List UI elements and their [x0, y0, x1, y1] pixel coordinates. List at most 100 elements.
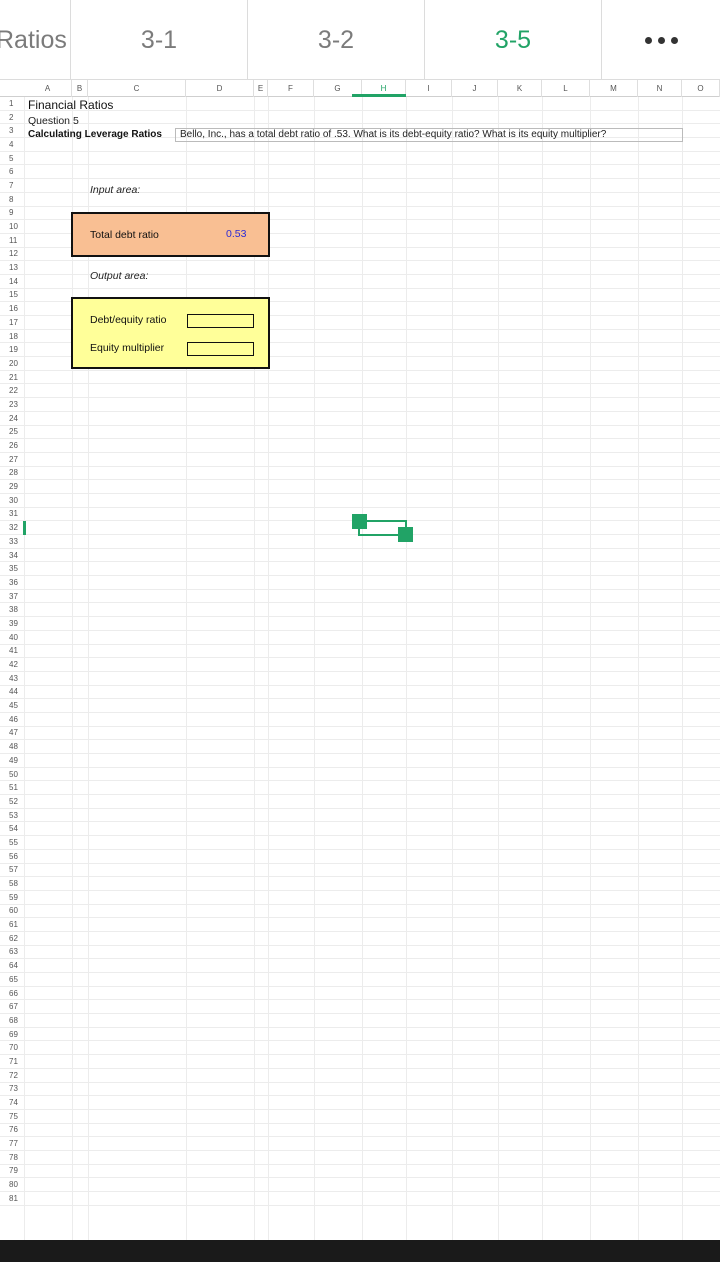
row-header-18[interactable]: 18: [0, 330, 24, 343]
row-header-23[interactable]: 23: [0, 398, 24, 411]
row-header-1[interactable]: 1: [0, 97, 24, 110]
row-header-2[interactable]: 2: [0, 111, 24, 124]
row-header-81[interactable]: 81: [0, 1192, 24, 1205]
row-header-12[interactable]: 12: [0, 248, 24, 261]
tab-3-2[interactable]: 3-2: [248, 0, 425, 80]
row-header-75[interactable]: 75: [0, 1110, 24, 1123]
row-header-24[interactable]: 24: [0, 412, 24, 425]
row-header-40[interactable]: 40: [0, 631, 24, 644]
row-header-70[interactable]: 70: [0, 1041, 24, 1054]
grid-row[interactable]: 44: [0, 686, 720, 700]
row-header-11[interactable]: 11: [0, 234, 24, 247]
row-header-7[interactable]: 7: [0, 179, 24, 192]
column-header-c[interactable]: C: [88, 80, 186, 97]
row-header-72[interactable]: 72: [0, 1069, 24, 1082]
row-header-68[interactable]: 68: [0, 1014, 24, 1027]
row-header-73[interactable]: 73: [0, 1083, 24, 1096]
grid-row[interactable]: 56: [0, 850, 720, 864]
tab-3-1[interactable]: 3-1: [71, 0, 248, 80]
column-header-i[interactable]: I: [406, 80, 452, 97]
grid-row[interactable]: 36: [0, 576, 720, 590]
row-header-49[interactable]: 49: [0, 754, 24, 767]
grid-row[interactable]: 71: [0, 1055, 720, 1069]
grid-row[interactable]: 25: [0, 426, 720, 440]
grid-row[interactable]: 57: [0, 864, 720, 878]
grid-row[interactable]: 53: [0, 809, 720, 823]
row-header-33[interactable]: 33: [0, 535, 24, 548]
row-header-71[interactable]: 71: [0, 1055, 24, 1068]
grid-row[interactable]: 40: [0, 631, 720, 645]
row-header-65[interactable]: 65: [0, 973, 24, 986]
grid-row[interactable]: 28: [0, 467, 720, 481]
row-header-66[interactable]: 66: [0, 987, 24, 1000]
column-header-k[interactable]: K: [498, 80, 542, 97]
grid-row[interactable]: 26: [0, 439, 720, 453]
row-header-51[interactable]: 51: [0, 781, 24, 794]
row-header-61[interactable]: 61: [0, 918, 24, 931]
grid-row[interactable]: 38: [0, 603, 720, 618]
row-header-8[interactable]: 8: [0, 193, 24, 206]
row-header-50[interactable]: 50: [0, 768, 24, 781]
row-header-34[interactable]: 34: [0, 549, 24, 562]
selection-start-handle[interactable]: [352, 514, 367, 529]
grid-row[interactable]: 54: [0, 822, 720, 837]
column-header-d[interactable]: D: [186, 80, 254, 97]
grid-row[interactable]: 35: [0, 562, 720, 577]
selection-end-handle[interactable]: [398, 527, 413, 542]
row-header-80[interactable]: 80: [0, 1178, 24, 1191]
row-header-54[interactable]: 54: [0, 822, 24, 835]
row-header-13[interactable]: 13: [0, 261, 24, 274]
grid-row[interactable]: 72: [0, 1069, 720, 1083]
column-header-n[interactable]: N: [638, 80, 682, 97]
grid-row[interactable]: 48: [0, 740, 720, 754]
row-header-42[interactable]: 42: [0, 658, 24, 671]
grid-row[interactable]: 62: [0, 932, 720, 946]
grid-row[interactable]: 47: [0, 727, 720, 741]
grid-row[interactable]: 64: [0, 959, 720, 973]
row-header-79[interactable]: 79: [0, 1165, 24, 1178]
row-header-48[interactable]: 48: [0, 740, 24, 753]
row-header-62[interactable]: 62: [0, 932, 24, 945]
row-header-47[interactable]: 47: [0, 727, 24, 740]
row-header-52[interactable]: 52: [0, 795, 24, 808]
row-header-20[interactable]: 20: [0, 357, 24, 370]
row-header-74[interactable]: 74: [0, 1096, 24, 1109]
grid-row[interactable]: 30: [0, 494, 720, 508]
grid-row[interactable]: 46: [0, 713, 720, 727]
grid-row[interactable]: 21: [0, 371, 720, 385]
grid-row[interactable]: 52: [0, 795, 720, 809]
grid-row[interactable]: 5: [0, 152, 720, 166]
row-header-58[interactable]: 58: [0, 877, 24, 890]
row-header-53[interactable]: 53: [0, 809, 24, 822]
grid-row[interactable]: 55: [0, 836, 720, 850]
grid-row[interactable]: 79: [0, 1165, 720, 1179]
row-header-4[interactable]: 4: [0, 138, 24, 151]
row-header-32[interactable]: 32: [0, 521, 24, 534]
grid-row[interactable]: 65: [0, 973, 720, 987]
row-header-31[interactable]: 31: [0, 508, 24, 521]
row-header-17[interactable]: 17: [0, 316, 24, 329]
grid-row[interactable]: 37: [0, 590, 720, 604]
column-header-o[interactable]: O: [682, 80, 720, 97]
row-header-46[interactable]: 46: [0, 713, 24, 726]
row-header-43[interactable]: 43: [0, 672, 24, 685]
row-header-3[interactable]: 3: [0, 124, 24, 137]
column-header-j[interactable]: J: [452, 80, 498, 97]
row-header-6[interactable]: 6: [0, 165, 24, 178]
grid-row[interactable]: 23: [0, 398, 720, 412]
row-header-35[interactable]: 35: [0, 562, 24, 575]
column-header-e[interactable]: E: [254, 80, 268, 97]
spreadsheet-grid[interactable]: ABCDEFGHIJKLMNO 1 2 3 4 5 6 7 8 9 10 11 12 13 14 15 16 1…: [0, 80, 720, 1240]
grid-row[interactable]: 39: [0, 617, 720, 631]
column-header-m[interactable]: M: [590, 80, 638, 97]
row-header-59[interactable]: 59: [0, 891, 24, 904]
row-header-56[interactable]: 56: [0, 850, 24, 863]
grid-row[interactable]: 24: [0, 412, 720, 426]
grid-row[interactable]: 75: [0, 1110, 720, 1124]
column-header-l[interactable]: L: [542, 80, 590, 97]
equity-multiplier-cell[interactable]: [187, 342, 254, 356]
row-header-41[interactable]: 41: [0, 645, 24, 658]
grid-row[interactable]: 51: [0, 781, 720, 796]
grid-row[interactable]: 63: [0, 946, 720, 960]
row-header-29[interactable]: 29: [0, 480, 24, 493]
